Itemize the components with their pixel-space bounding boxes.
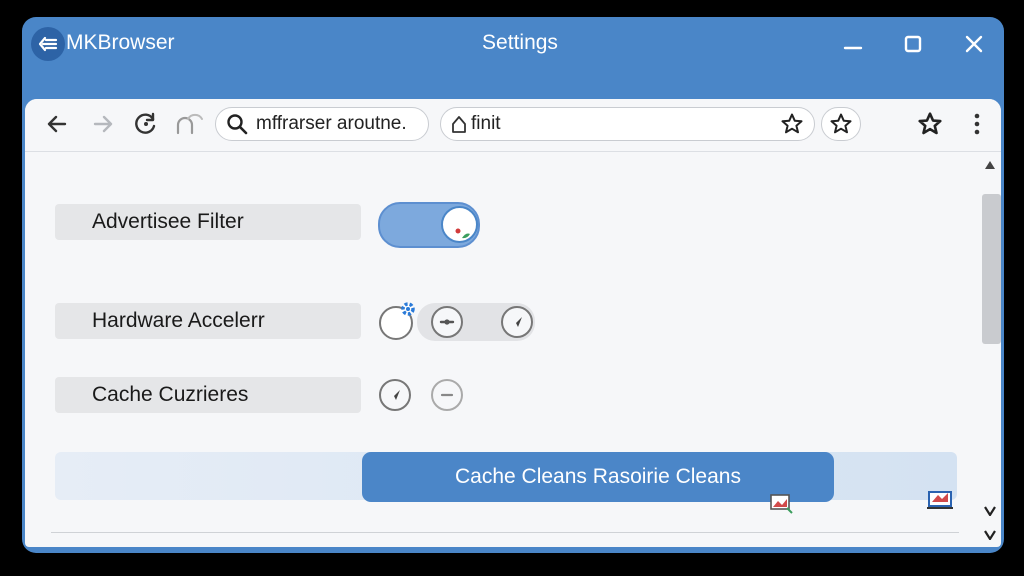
chevron-down-icon	[984, 530, 996, 540]
arrow-right-icon	[93, 115, 113, 133]
scroll-thumb[interactable]	[982, 194, 1001, 344]
chevron-down-icon	[984, 506, 996, 516]
back-button[interactable]	[41, 108, 73, 140]
search-text: mffrarser aroutne.	[256, 113, 407, 134]
more-vertical-icon	[974, 113, 980, 135]
ad-filter-toggle[interactable]	[378, 202, 480, 248]
triangle-up-icon	[985, 161, 995, 169]
navigate-icon	[390, 390, 400, 400]
browser-window: MKBrowser Settings mffrarser aroutne. fi…	[22, 17, 1004, 553]
hw-accel-option-3[interactable]	[501, 306, 533, 338]
forward-button[interactable]	[87, 108, 119, 140]
plus-circle-icon	[439, 319, 455, 325]
search-box[interactable]: mffrarser aroutne.	[215, 107, 429, 141]
more-menu-button[interactable]	[961, 108, 993, 140]
title-bar: MKBrowser Settings	[22, 17, 1004, 99]
scroll-up-button[interactable]	[982, 158, 998, 172]
divider	[51, 532, 959, 533]
star-icon	[830, 113, 852, 134]
minimize-button[interactable]	[836, 27, 870, 61]
search-icon	[227, 114, 248, 135]
page-icon	[452, 116, 466, 133]
close-icon	[965, 35, 983, 53]
setting-label-hw-accel: Hardware Accelerr	[55, 303, 361, 339]
cache-option-1[interactable]	[379, 379, 411, 411]
minimize-icon	[843, 46, 863, 50]
hw-accel-option-2[interactable]	[431, 306, 463, 338]
leaf-icon	[455, 228, 470, 239]
navigate-icon	[512, 317, 522, 327]
arrow-left-icon	[47, 115, 67, 133]
star-icon[interactable]	[780, 112, 804, 136]
maximize-icon	[904, 35, 922, 53]
address-text: finit	[471, 113, 501, 134]
settings-list: Advertisee Filter Hardware Accelerr Cach…	[25, 152, 1001, 547]
star-icon	[918, 112, 942, 135]
history-button[interactable]	[173, 108, 205, 140]
curved-arrow-icon	[176, 113, 203, 135]
setting-label-cache: Cache Cuzrieres	[55, 377, 361, 413]
gear-icon	[401, 302, 415, 316]
content-pane: mffrarser aroutne. finit Advertisee Filt…	[25, 99, 1001, 547]
scrollbar[interactable]	[978, 152, 1001, 547]
toggle-knob[interactable]	[441, 206, 478, 243]
reload-icon	[135, 112, 156, 134]
hw-accel-option-1[interactable]	[379, 302, 415, 340]
reload-button[interactable]	[130, 108, 162, 140]
cache-option-2[interactable]	[431, 379, 463, 411]
browser-toolbar: mffrarser aroutne. finit	[25, 99, 1001, 152]
cache-clean-button[interactable]: Cache Cleans Rasoirie Cleans	[362, 452, 834, 502]
address-bar[interactable]: finit	[440, 107, 815, 141]
image-icon	[770, 494, 793, 514]
bookmark-button[interactable]	[821, 107, 861, 141]
close-button[interactable]	[957, 27, 991, 61]
setting-label-ad-filter: Advertisee Filter	[55, 204, 361, 240]
image-icon	[927, 491, 953, 509]
scroll-down-button[interactable]	[982, 504, 998, 518]
favorites-button[interactable]	[914, 108, 946, 140]
scroll-bottom-button[interactable]	[982, 528, 998, 542]
minus-icon	[440, 393, 454, 397]
maximize-button[interactable]	[896, 27, 930, 61]
